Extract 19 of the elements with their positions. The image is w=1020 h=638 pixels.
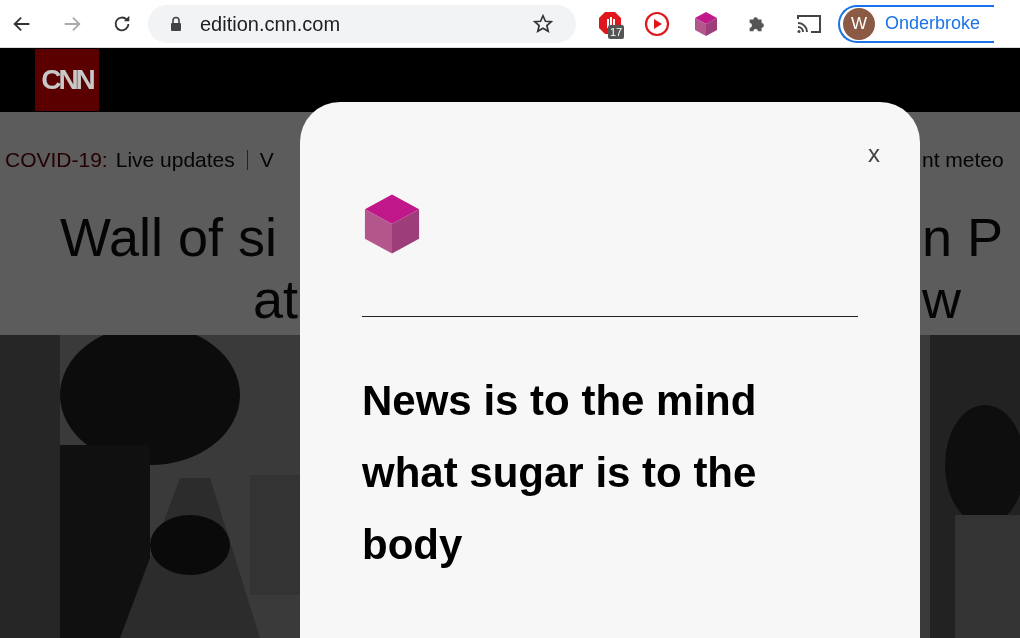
profile-button[interactable]: W Onderbroke xyxy=(838,4,995,43)
breaking-label: COVID-19: xyxy=(5,147,108,174)
extension-button[interactable]: 17 xyxy=(596,6,626,41)
quote-text: News is to the mind what sugar is to the body xyxy=(362,376,758,570)
lock-icon xyxy=(170,16,182,31)
cube-logo-icon xyxy=(362,192,422,256)
close-button[interactable]: x xyxy=(868,142,880,166)
headline-text: Wall of si xyxy=(60,206,278,268)
bookmark-star-icon[interactable] xyxy=(532,12,554,35)
avatar: W xyxy=(843,7,875,40)
address-bar[interactable]: edition.cnn.com xyxy=(148,4,576,43)
play-circle-icon[interactable] xyxy=(644,10,670,37)
headline-text: at xyxy=(253,268,299,330)
logo[interactable]: CNN xyxy=(35,49,99,111)
url-text: edition.cnn.com xyxy=(200,11,341,37)
headline-text: n P xyxy=(922,206,1004,268)
headline-text: w xyxy=(922,268,961,330)
cast-icon[interactable] xyxy=(796,12,822,35)
cube-icon[interactable] xyxy=(694,10,718,37)
